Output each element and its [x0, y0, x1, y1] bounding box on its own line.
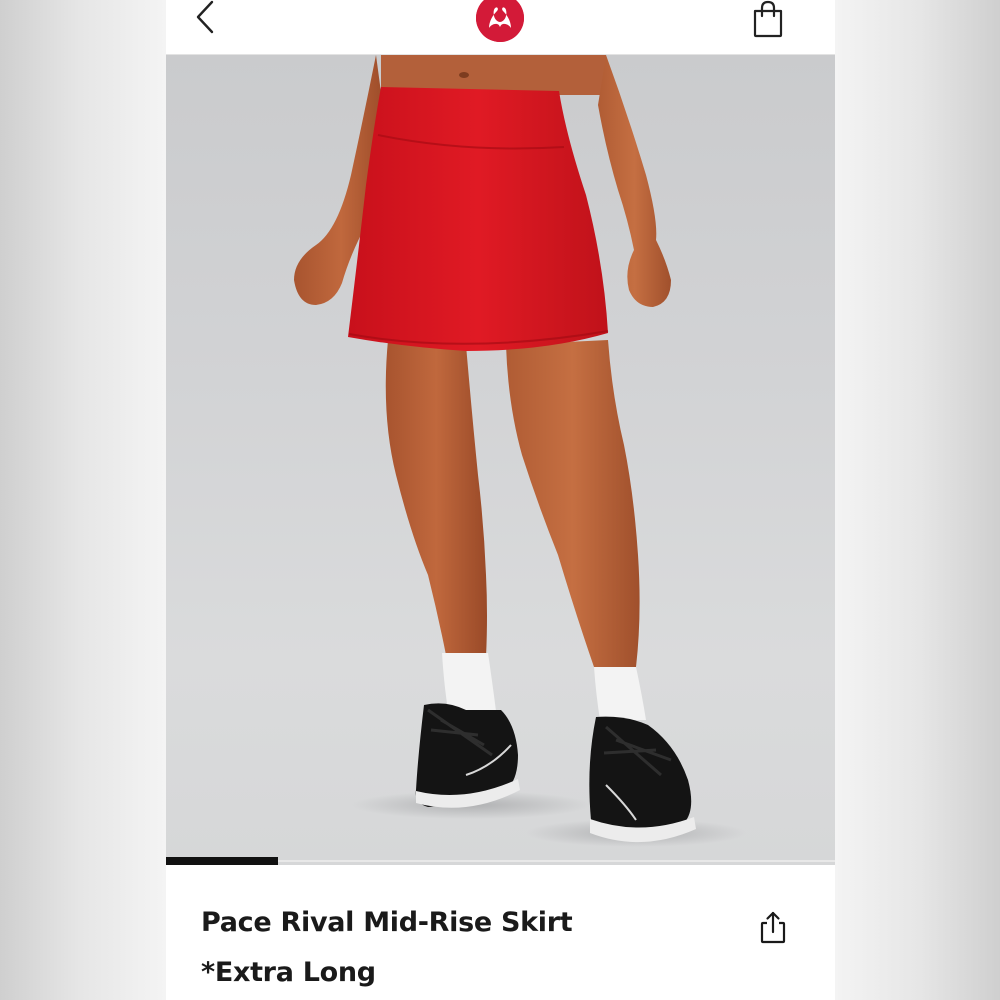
- shopping-bag-icon: [753, 0, 783, 38]
- share-icon: [760, 911, 786, 944]
- carousel-indicator[interactable]: [166, 857, 278, 865]
- product-title-line-2: *Extra Long: [201, 957, 376, 988]
- lululemon-logo[interactable]: [476, 0, 524, 42]
- product-title: Pace Rival Mid-Rise Skirt *Extra Long: [201, 898, 721, 998]
- screenshot-frame: Pace Rival Mid-Rise Skirt *Extra Long: [0, 0, 1000, 1000]
- shopping-bag-button[interactable]: [748, 0, 788, 40]
- product-image[interactable]: [166, 55, 835, 865]
- product-title-line-1: Pace Rival Mid-Rise Skirt: [201, 907, 573, 938]
- product-photo: [294, 55, 746, 847]
- logo-mark-icon: [476, 0, 524, 42]
- chevron-left-icon: [196, 0, 214, 34]
- back-button[interactable]: [188, 0, 228, 40]
- carousel-track: [278, 860, 835, 862]
- share-button[interactable]: [758, 910, 788, 944]
- app-screen: Pace Rival Mid-Rise Skirt *Extra Long: [166, 0, 835, 1000]
- top-nav-bar: [166, 0, 835, 55]
